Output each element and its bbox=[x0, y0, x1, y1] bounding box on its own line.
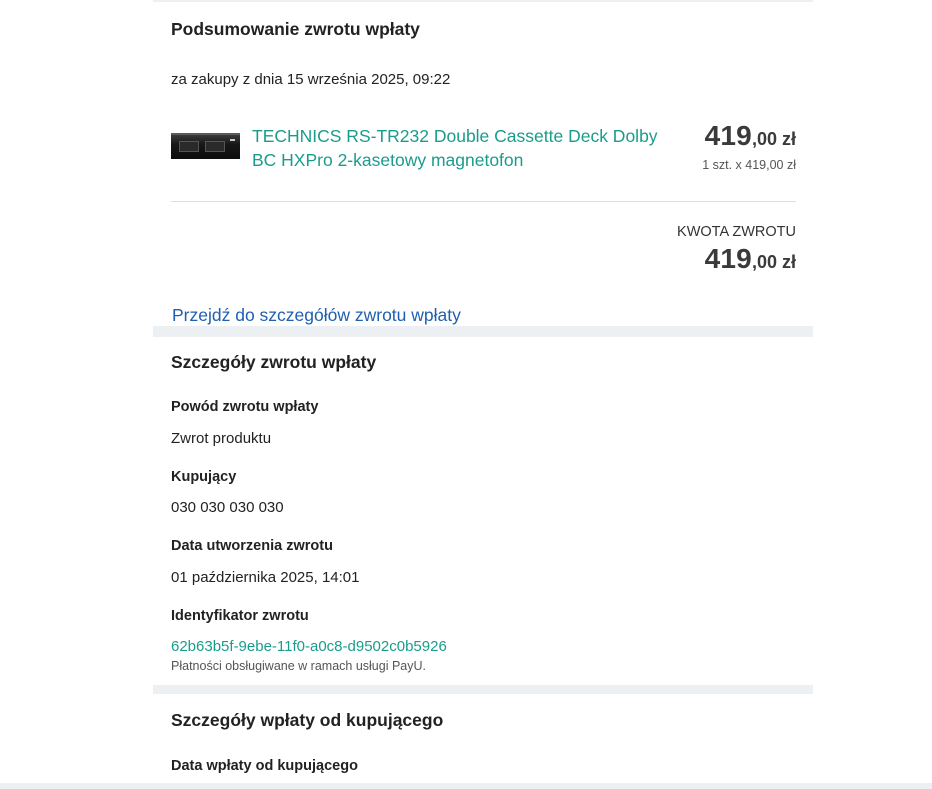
purchase-date: za zakupy z dnia 15 września 2025, 09:22 bbox=[171, 71, 451, 88]
deck-indicator bbox=[230, 139, 235, 141]
page-bottom-edge bbox=[0, 783, 932, 789]
refund-amount-integer: 419 bbox=[704, 243, 752, 274]
refund-amount: 419,00 zł bbox=[705, 243, 796, 275]
product-price-decimal: ,00 zł bbox=[751, 129, 796, 149]
refund-id-label: Identyfikator zwrotu bbox=[171, 608, 309, 624]
buyer-label: Kupujący bbox=[171, 469, 237, 485]
refund-id-link[interactable]: 62b63b5f-9ebe-11f0-a0c8-d9502c0b5926 bbox=[171, 638, 447, 655]
created-date-value: 01 października 2025, 14:01 bbox=[171, 569, 360, 586]
refund-amount-decimal: ,00 zł bbox=[751, 252, 796, 272]
page-background-right bbox=[813, 0, 932, 789]
page-background-left bbox=[0, 0, 153, 789]
payment-date-label: Data wpłaty od kupującego bbox=[171, 758, 358, 774]
reason-value: Zwrot produktu bbox=[171, 430, 272, 447]
product-price-integer: 419 bbox=[704, 120, 752, 151]
refund-summary-card: Podsumowanie zwrotu wpłaty za zakupy z d… bbox=[153, 2, 813, 326]
refund-details-card: Szczegóły zwrotu wpłaty Powód zwrotu wpł… bbox=[153, 337, 813, 685]
product-unit-line: 1 szt. x 419,00 zł bbox=[702, 158, 796, 172]
details-title: Szczegóły zwrotu wpłaty bbox=[171, 352, 377, 372]
buyer-payment-card: Szczegóły wpłaty od kupującego Data wpła… bbox=[153, 694, 813, 783]
cassette-slot-right bbox=[205, 141, 225, 152]
payu-note: Płatności obsługiwane w ramach usługi Pa… bbox=[171, 659, 426, 673]
refund-amount-label: KWOTA ZWROTU bbox=[677, 224, 796, 240]
cassette-slot-left bbox=[179, 141, 199, 152]
summary-divider bbox=[171, 201, 796, 202]
product-thumbnail[interactable] bbox=[171, 133, 240, 159]
payment-title: Szczegóły wpłaty od kupującego bbox=[171, 710, 444, 730]
reason-label: Powód zwrotu wpłaty bbox=[171, 399, 319, 415]
created-date-label: Data utworzenia zwrotu bbox=[171, 538, 333, 554]
summary-title: Podsumowanie zwrotu wpłaty bbox=[171, 19, 420, 39]
product-name-link[interactable]: TECHNICS RS-TR232 Double Cassette Deck D… bbox=[252, 124, 682, 172]
buyer-value: 030 030 030 030 bbox=[171, 499, 284, 516]
product-price: 419,00 zł bbox=[705, 120, 796, 152]
refund-details-link[interactable]: Przejdź do szczegółów zwrotu wpłaty bbox=[172, 305, 461, 326]
